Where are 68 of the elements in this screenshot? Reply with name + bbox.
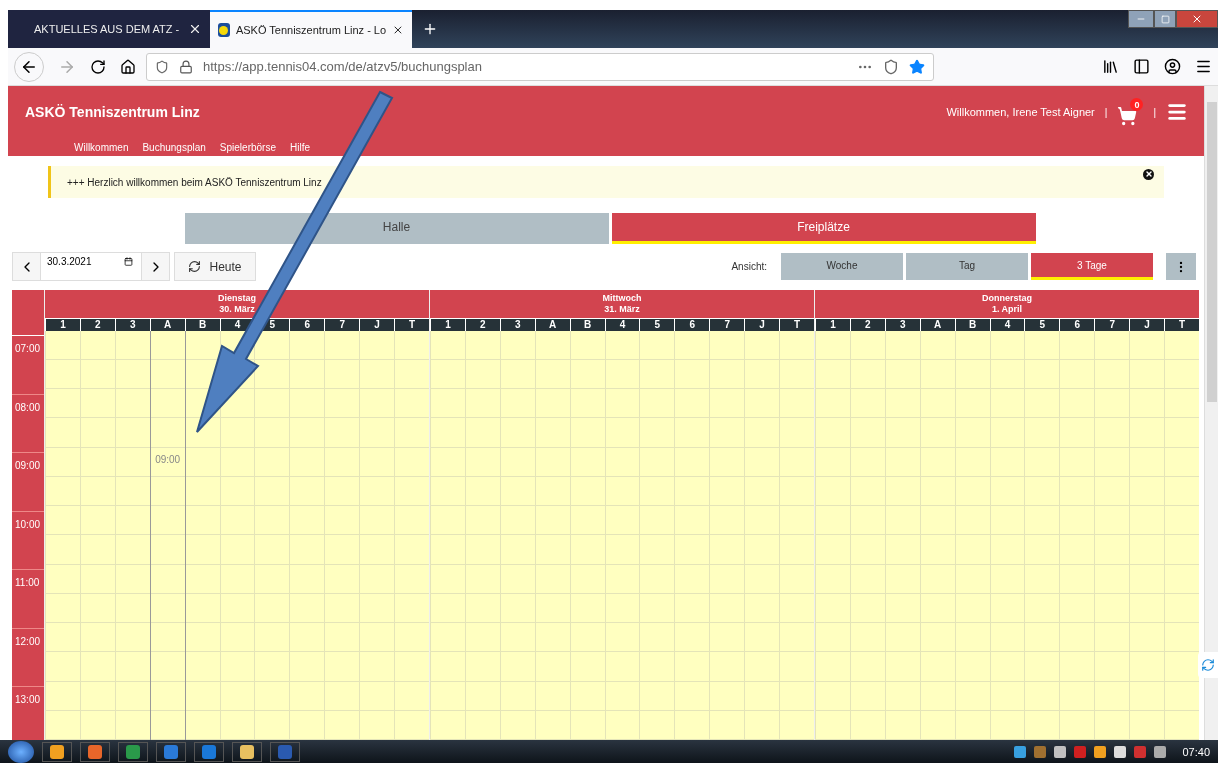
- cart-count: 0: [1130, 98, 1144, 111]
- clock: 07:40: [1182, 745, 1210, 758]
- nav-link[interactable]: Hilfe: [290, 142, 310, 153]
- separator: |: [1104, 106, 1108, 118]
- hour-label: 07:00: [15, 343, 41, 354]
- court-label: 4: [989, 318, 1025, 331]
- court-label: T: [1164, 318, 1199, 331]
- court-label: A: [534, 318, 570, 331]
- court-label: T: [394, 318, 429, 331]
- court-label: 2: [849, 318, 885, 331]
- date-field[interactable]: 30.3.2021: [41, 252, 141, 281]
- court-label: J: [359, 318, 395, 331]
- view-button[interactable]: Woche: [781, 253, 903, 280]
- court-label: A: [919, 318, 955, 331]
- hour-label: 12:00: [15, 635, 41, 647]
- court-label: A: [149, 318, 185, 331]
- day-date: 1. April: [991, 303, 1023, 315]
- court-label: 6: [289, 318, 325, 331]
- location-tab[interactable]: Halle: [184, 213, 609, 244]
- slot-time: 09:00: [155, 453, 181, 465]
- court-label: J: [744, 318, 780, 331]
- court-label: B: [569, 318, 605, 331]
- court-label: 5: [639, 318, 675, 331]
- banner-text: +++ Herzlich willkommen beim ASKÖ Tenniszentrum Linz: [67, 176, 323, 188]
- site-title: ASKÖ Tenniszentrum Linz: [25, 104, 200, 120]
- court-label: 1: [430, 318, 465, 331]
- court-label: 3: [114, 318, 150, 331]
- hour-label: 08:00: [15, 401, 41, 413]
- view-button[interactable]: 3 Tage: [1031, 253, 1153, 280]
- court-label: 3: [884, 318, 920, 331]
- court-label: B: [954, 318, 990, 331]
- browser-tab[interactable]: AKTUELLES AUS DEM ATZ -: [8, 10, 210, 48]
- location-tab[interactable]: Freiplätze: [611, 213, 1036, 244]
- court-label: B: [184, 318, 220, 331]
- court-label: 7: [324, 318, 360, 331]
- day-date: 30. März: [219, 303, 255, 315]
- day-name: Donnerstag: [982, 292, 1032, 304]
- browser-tab[interactable]: ASKÖ Tenniszentrum Linz - Lo: [210, 10, 412, 48]
- user-greeting: Willkommen, Irene Test Aigner: [946, 106, 1095, 118]
- hour-label: 10:00: [15, 518, 41, 530]
- day-name: Mittwoch: [602, 292, 642, 304]
- view-label: Ansicht:: [731, 261, 767, 272]
- nav-link[interactable]: Spielerbörse: [219, 142, 276, 153]
- court-label: 5: [1024, 318, 1060, 331]
- address-bar[interactable]: https://app.tennis04.com/de/atzv5/buchungsplan: [146, 52, 934, 81]
- court-label: 6: [1059, 318, 1095, 331]
- nav-link[interactable]: Willkommen: [74, 142, 129, 153]
- court-label: 7: [1094, 318, 1130, 331]
- day-name: Dienstag: [218, 292, 256, 304]
- court-label: 4: [604, 318, 640, 331]
- url-text: https://app.tennis04.com/de/atzv5/buchungsplan: [203, 59, 483, 74]
- separator: |: [1153, 106, 1156, 118]
- court-label: 1: [45, 318, 80, 331]
- court-label: 3: [499, 318, 535, 331]
- court-label: T: [779, 318, 814, 331]
- hour-label: 09:00: [15, 460, 41, 471]
- court-label: J: [1129, 318, 1165, 331]
- court-label: 7: [709, 318, 745, 331]
- court-label: 6: [674, 318, 710, 331]
- nav-link[interactable]: Buchungsplan: [142, 142, 206, 153]
- court-label: 1: [815, 318, 850, 331]
- day-date: 31. März: [604, 303, 640, 315]
- court-label: 2: [464, 318, 500, 331]
- hour-label: 13:00: [15, 694, 41, 705]
- court-label: 2: [79, 318, 115, 331]
- hour-label: 11:00: [15, 577, 40, 588]
- view-button[interactable]: Tag: [906, 253, 1028, 280]
- today-button[interactable]: Heute: [174, 252, 256, 281]
